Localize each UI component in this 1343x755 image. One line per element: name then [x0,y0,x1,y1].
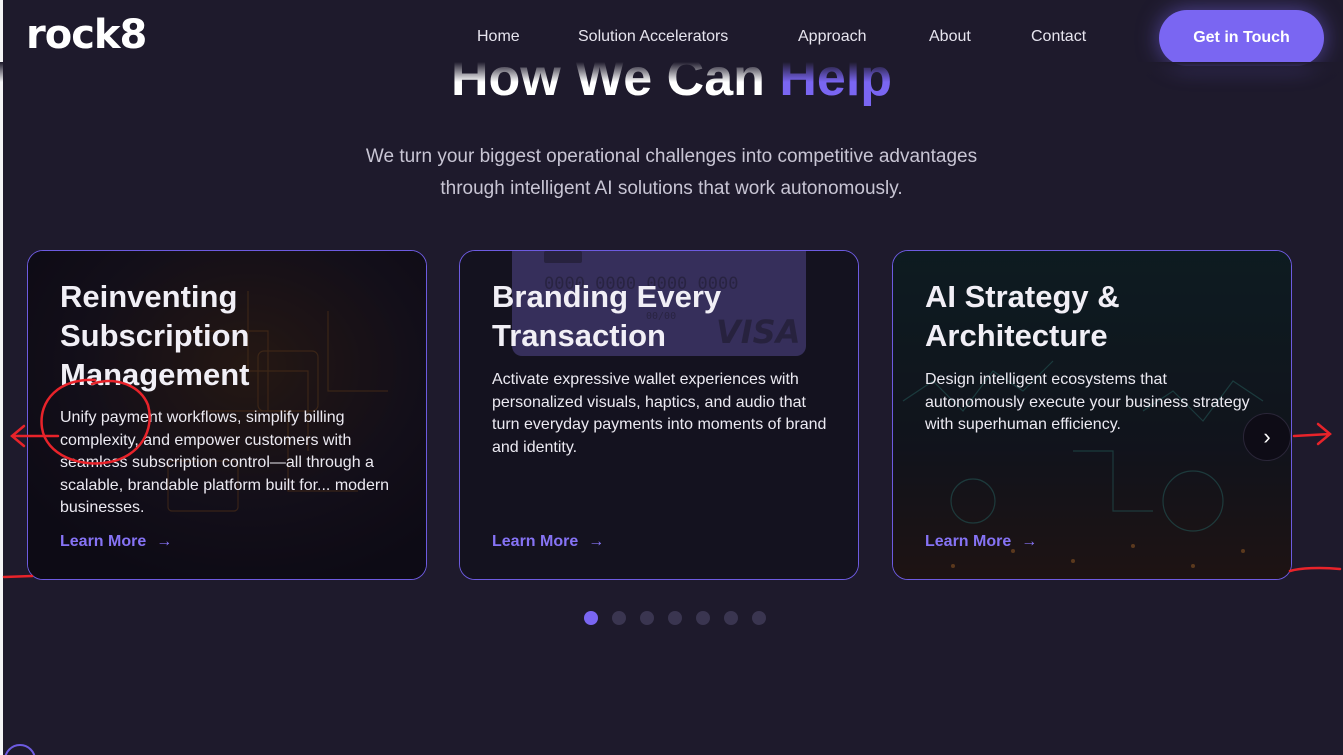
pagination-dot[interactable] [752,611,766,625]
pagination-dot[interactable] [724,611,738,625]
get-in-touch-button[interactable]: Get in Touch [1159,10,1324,66]
carousel-pagination [584,611,766,625]
logo[interactable]: rock8 [26,12,147,58]
card-description: Activate expressive wallet experiences w… [492,371,827,456]
arrow-right-icon: → [588,533,605,550]
subtitle-line-2: through intelligent AI solutions that wo… [440,178,903,199]
subtitle-line-1: We turn your biggest operational challen… [365,146,978,167]
card-description: Unify payment workflows, simplify billin… [60,409,390,516]
card-title: Reinventing Subscription Management [60,279,250,392]
learn-more-label: Learn More [492,533,579,550]
pagination-dot[interactable] [668,611,682,625]
arrow-right-icon: → [1021,533,1038,550]
floating-action-button[interactable] [4,744,36,755]
pagination-dot[interactable] [584,611,598,625]
card-title: Branding Every Transaction [492,279,722,353]
carousel-next-button[interactable]: › [1243,413,1291,461]
arrow-right-icon: → [156,533,173,550]
learn-more-link[interactable]: Learn More → [60,533,172,551]
card-subscription-management[interactable]: Reinventing Subscription Management Unif… [27,250,427,580]
learn-more-link[interactable]: Learn More → [925,533,1037,551]
red-underline-right [1288,566,1342,573]
chevron-right-icon: › [1263,424,1271,449]
learn-more-label: Learn More [60,533,147,550]
nav-solution-accelerators[interactable]: Solution Accelerators [578,28,728,46]
nav-contact[interactable]: Contact [1031,28,1086,46]
learn-more-link[interactable]: Learn More → [492,533,604,551]
pagination-dot[interactable] [640,611,654,625]
red-right-arrow-annotation [1292,422,1332,446]
logo-text: rock8 [26,12,147,58]
learn-more-label: Learn More [925,533,1012,550]
card-title: AI Strategy & Architecture [925,279,1120,353]
card-description: Design intelligent ecosystems that auton… [925,371,1250,433]
nav-approach[interactable]: Approach [798,28,867,46]
pagination-dot[interactable] [696,611,710,625]
left-edge-strip [0,0,3,755]
pagination-dot[interactable] [612,611,626,625]
nav-about[interactable]: About [929,28,971,46]
section-subtitle: We turn your biggest operational challen… [0,141,1343,205]
card-branding-transaction[interactable]: 0000 0000 0000 0000 00/00 VISA Branding … [459,250,859,580]
heading-fade-overlay [0,62,1343,82]
card-ai-strategy[interactable]: AI Strategy & Architecture Design intell… [892,250,1292,580]
section-heading-wrap: How We Can Help [0,62,1343,106]
nav-home[interactable]: Home [477,28,520,46]
